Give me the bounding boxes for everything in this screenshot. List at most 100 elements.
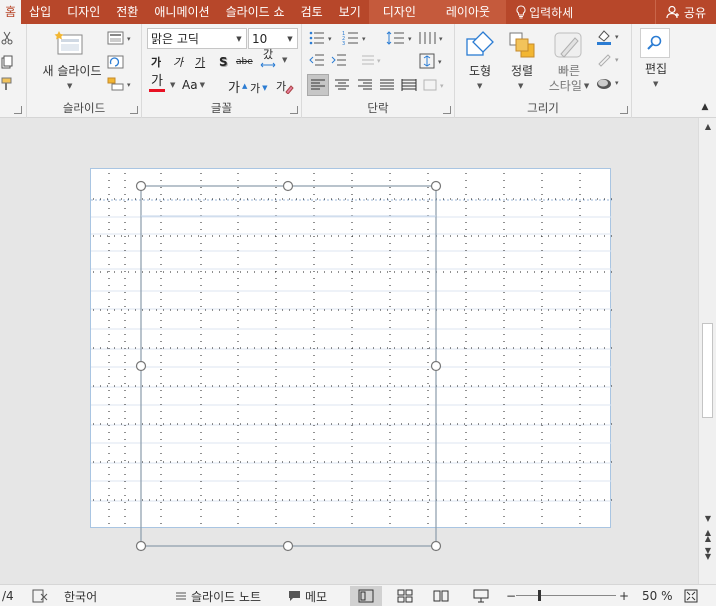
quick-styles-icon[interactable] [551, 28, 585, 62]
spell-check-icon[interactable] [32, 585, 48, 606]
comments-button[interactable]: 메모 [288, 585, 327, 606]
quick-styles-button[interactable]: 빠른 스타일 ▼ [546, 64, 592, 94]
clipboard-launcher-icon[interactable] [14, 106, 22, 114]
font-size-combo[interactable]: 10 ▼ [248, 28, 298, 49]
zoom-in-button[interactable]: + [619, 585, 629, 606]
font-name-combo[interactable]: 맑은 고딕 ▼ [147, 28, 247, 49]
shape-outline-icon[interactable]: ▾ [595, 51, 625, 69]
bullets-icon[interactable]: ▾ [308, 28, 338, 48]
new-slide-dropdown-icon[interactable]: ▼ [67, 82, 72, 90]
language-indicator[interactable]: 한국어 [64, 585, 97, 606]
zoom-level[interactable]: 50 % [642, 585, 673, 606]
align-center-icon[interactable] [331, 74, 353, 96]
spacing-arrows-icon [260, 62, 276, 68]
contextual-tabs: 디자인 레이아웃 [368, 0, 507, 24]
tab-insert[interactable]: 삽입 [21, 0, 59, 24]
tab-home[interactable]: 홈 [0, 0, 22, 24]
format-painter-icon[interactable] [0, 76, 14, 92]
chevron-down-icon[interactable]: ▼ [232, 35, 246, 43]
justify-icon[interactable] [376, 74, 398, 96]
arrange-icon[interactable] [505, 28, 539, 62]
editing-button[interactable]: 편집 [632, 62, 680, 77]
scroll-up-icon[interactable]: ▲ [699, 122, 716, 131]
tab-table-design[interactable]: 디자인 [369, 0, 430, 24]
chevron-down-icon[interactable]: ▼ [518, 82, 523, 90]
layout-icon[interactable]: ▾ [107, 29, 133, 47]
previous-slide-icon[interactable]: ▲ ▲ [699, 529, 716, 543]
align-text-icon[interactable]: ▾ [418, 51, 448, 71]
tab-transitions[interactable]: 전환 [108, 0, 146, 24]
next-slide-icon[interactable]: ▼ ▼ [699, 547, 716, 561]
smartart-icon: ▾ [422, 74, 450, 96]
drawing-launcher-icon[interactable] [620, 106, 628, 114]
tab-design[interactable]: 디자인 [59, 0, 108, 24]
increase-indent-icon[interactable] [330, 51, 348, 69]
font-color-button[interactable]: 가 [149, 75, 165, 95]
cut-icon[interactable] [0, 30, 14, 46]
grow-font-label: 가 [228, 80, 240, 96]
section-icon[interactable]: ▾ [107, 75, 133, 93]
bold-button[interactable]: 가 [151, 52, 161, 72]
change-case-button[interactable]: Aa ▼ [182, 75, 205, 95]
slide-editor[interactable] [0, 118, 698, 584]
chevron-down-icon[interactable]: ▼ [653, 80, 658, 88]
decrease-indent-icon[interactable] [308, 51, 326, 69]
tab-animations[interactable]: 애니메이션 [146, 0, 217, 24]
clear-formatting-button[interactable]: 가 [276, 76, 294, 96]
line-spacing-icon[interactable]: ▾ [386, 28, 416, 48]
chevron-down-icon[interactable]: ▼ [170, 81, 175, 89]
paragraph-group: ▾ 1 2 3 ▾ ▾ ▾ ▾ ▾ ▾ 단락 [302, 24, 455, 118]
chevron-down-icon[interactable]: ▼ [477, 82, 482, 90]
svg-text:▾: ▾ [377, 57, 381, 65]
vertical-scrollbar[interactable]: ▲ ▼ ▲ ▲ ▼ ▼ [698, 118, 716, 584]
underline-button[interactable]: 가 [195, 52, 205, 72]
copy-icon[interactable] [0, 54, 14, 70]
notes-button[interactable]: 슬라이드 노트 [175, 585, 261, 606]
shadow-button[interactable]: S [219, 52, 228, 72]
tab-slideshow[interactable]: 슬라이드 쇼 [218, 0, 293, 24]
slide-number[interactable]: /4 [2, 585, 14, 606]
new-slide-button[interactable]: 새 슬라이드 [32, 64, 112, 79]
shape-effects-icon[interactable]: ▾ [595, 74, 625, 92]
align-right-icon[interactable] [354, 74, 376, 96]
chevron-down-icon[interactable]: ▼ [282, 56, 287, 64]
character-spacing-button[interactable]: 갔 [260, 49, 276, 70]
grow-font-button[interactable]: 가 ▲ [228, 76, 247, 96]
italic-button[interactable]: 가 [173, 52, 183, 72]
shrink-font-button[interactable]: 가 ▼ [250, 78, 268, 98]
tab-table-layout[interactable]: 레이아웃 [430, 0, 506, 24]
scrollbar-thumb[interactable] [702, 323, 713, 418]
align-left-icon[interactable] [307, 74, 329, 96]
columns-icon[interactable]: ▾ [418, 28, 448, 48]
reset-slide-icon[interactable] [107, 53, 133, 71]
paragraph-launcher-icon[interactable] [443, 106, 451, 114]
numbering-icon[interactable]: 1 2 3 ▾ [342, 28, 372, 48]
find-icon[interactable] [640, 28, 670, 58]
shape-fill-icon[interactable]: ▾ [595, 28, 625, 46]
tab-review[interactable]: 검토 [293, 0, 331, 24]
slideshow-view-icon[interactable] [465, 586, 497, 606]
selection-frame[interactable] [0, 118, 698, 584]
tell-me-box[interactable]: 입력하세 [506, 4, 583, 21]
tab-view[interactable]: 보기 [331, 0, 369, 24]
strikethrough-button[interactable]: abe [236, 52, 253, 72]
shapes-icon[interactable] [463, 28, 497, 62]
slide-sorter-icon[interactable] [389, 586, 421, 606]
share-button[interactable]: 공유 [654, 0, 716, 24]
normal-view-icon[interactable] [350, 586, 382, 606]
font-color-label: 가 [151, 74, 163, 89]
distributed-icon[interactable] [398, 74, 420, 96]
zoom-out-button[interactable]: − [506, 585, 516, 606]
fit-to-window-icon[interactable] [684, 585, 698, 606]
arrange-button[interactable]: 정렬 [498, 64, 546, 79]
chevron-down-icon[interactable]: ▼ [283, 35, 297, 43]
zoom-slider-thumb[interactable] [538, 590, 541, 601]
slides-launcher-icon[interactable] [130, 106, 138, 114]
reading-view-icon[interactable] [425, 586, 457, 606]
font-launcher-icon[interactable] [290, 106, 298, 114]
zoom-slider[interactable] [516, 585, 616, 606]
collapse-ribbon-icon[interactable]: ▲ [698, 100, 712, 114]
scroll-down-icon[interactable]: ▼ [699, 514, 716, 523]
new-slide-icon[interactable] [53, 29, 85, 59]
svg-text:▾: ▾ [438, 58, 442, 66]
